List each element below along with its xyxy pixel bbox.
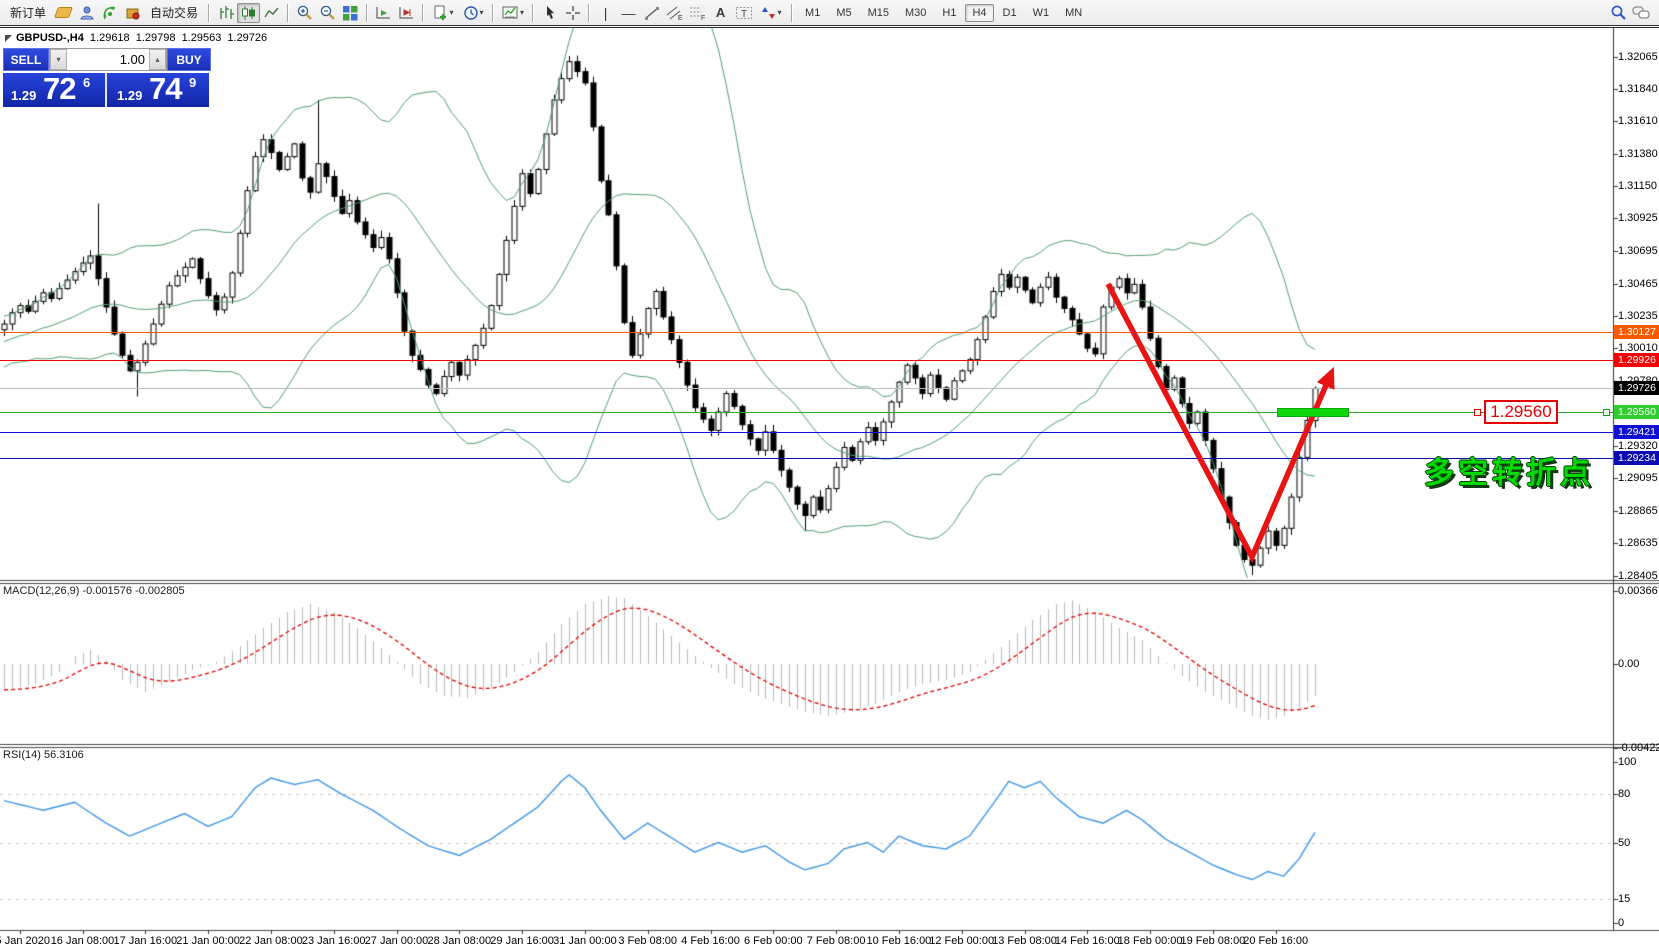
time-axis-label: 17 Jan 16:00 bbox=[113, 935, 177, 947]
macd-axis-tick: 0.00 bbox=[1618, 658, 1639, 670]
price-axis-tick: 1.29095 bbox=[1618, 472, 1658, 484]
trend-arrow[interactable] bbox=[1080, 260, 1380, 580]
macd-label: MACD(12,26,9) -0.001576 -0.002805 bbox=[3, 585, 185, 597]
macd-signal-value: -0.002805 bbox=[135, 585, 185, 597]
line-anchor-handle[interactable] bbox=[1603, 409, 1610, 416]
sell-button[interactable]: SELL bbox=[3, 48, 49, 71]
price-axis-tick: 1.30695 bbox=[1618, 245, 1658, 257]
volume-stepper: ▾ 1.00 ▴ bbox=[49, 48, 167, 71]
time-axis-label: 19 Feb 08:00 bbox=[1180, 935, 1245, 947]
rsi-label: RSI(14) 56.3106 bbox=[3, 749, 84, 761]
volume-input[interactable]: 1.00 bbox=[67, 52, 149, 67]
volume-increase-button[interactable]: ▴ bbox=[149, 49, 166, 70]
time-axis-label: 14 Feb 16:00 bbox=[1055, 935, 1120, 947]
time-axis-label: 4 Feb 16:00 bbox=[681, 935, 740, 947]
price-axis-tick: 1.30465 bbox=[1618, 278, 1658, 290]
time-axis-label: 7 Feb 08:00 bbox=[807, 935, 866, 947]
rsi-axis-tick: 50 bbox=[1618, 837, 1630, 849]
chart-canvas[interactable] bbox=[0, 0, 1659, 950]
time-axis-label: 13 Feb 08:00 bbox=[992, 935, 1057, 947]
buy-price-button[interactable]: 1.29 74 9 bbox=[107, 73, 209, 107]
rsi-axis-tick: 0 bbox=[1618, 917, 1624, 929]
symbol-period-label: GBPUSD-,H4 bbox=[16, 32, 84, 44]
time-axis-label: 21 Jan 00:00 bbox=[176, 935, 240, 947]
sell-price-sup: 6 bbox=[83, 75, 90, 90]
price-tag[interactable]: 1.29421 bbox=[1614, 425, 1659, 439]
time-axis-label: 18 Feb 00:00 bbox=[1118, 935, 1183, 947]
macd-name: MACD(12,26,9) bbox=[3, 585, 79, 597]
rsi-axis-tick: 80 bbox=[1618, 788, 1630, 800]
ohlc-low: 1.29563 bbox=[182, 32, 222, 44]
time-axis-label: 29 Jan 16:00 bbox=[490, 935, 554, 947]
price-axis-tick: 1.31380 bbox=[1618, 148, 1658, 160]
rsi-axis-tick: 15 bbox=[1618, 893, 1630, 905]
time-axis-label: 15 Jan 2020 bbox=[0, 935, 50, 947]
turning-point-annotation[interactable]: 多空转折点 bbox=[1424, 448, 1594, 492]
sell-price-button[interactable]: 1.29 72 6 bbox=[3, 73, 107, 107]
time-axis-label: 20 Feb 16:00 bbox=[1243, 935, 1308, 947]
price-axis-tick: 1.28635 bbox=[1618, 537, 1658, 549]
collapse-arrow-icon[interactable] bbox=[5, 35, 12, 42]
buy-price-sup: 9 bbox=[189, 75, 196, 90]
macd-axis-tick: 0.003667 bbox=[1618, 585, 1659, 597]
sell-price-small: 1.29 bbox=[11, 88, 36, 103]
macd-main-value: -0.001576 bbox=[82, 585, 132, 597]
time-axis-label: 23 Jan 16:00 bbox=[302, 935, 366, 947]
price-tag[interactable]: 1.29926 bbox=[1614, 353, 1659, 367]
rsi-name: RSI(14) bbox=[3, 749, 41, 761]
mt4-window: 新订单 自动交易 bbox=[0, 0, 1659, 950]
ohlc-high: 1.29798 bbox=[136, 32, 176, 44]
time-axis-label: 22 Jan 08:00 bbox=[239, 935, 303, 947]
time-axis-label: 6 Feb 00:00 bbox=[744, 935, 803, 947]
volume-decrease-button[interactable]: ▾ bbox=[50, 49, 67, 70]
macd-axis-tick: -0.00422 bbox=[1618, 742, 1659, 754]
price-axis-tick: 1.31840 bbox=[1618, 83, 1658, 95]
time-axis-label: 31 Jan 00:00 bbox=[553, 935, 617, 947]
price-axis-tick: 1.31610 bbox=[1618, 115, 1658, 127]
price-axis-tick: 1.28865 bbox=[1618, 505, 1658, 517]
ohlc-close: 1.29726 bbox=[227, 32, 267, 44]
ohlc-open: 1.29618 bbox=[90, 32, 130, 44]
price-axis-tick: 1.31150 bbox=[1618, 180, 1657, 192]
time-axis-label: 27 Jan 00:00 bbox=[365, 935, 429, 947]
price-axis-tick: 1.29320 bbox=[1618, 440, 1658, 452]
chart-title: GBPUSD-,H4 1.29618 1.29798 1.29563 1.297… bbox=[16, 32, 270, 44]
price-axis-tick: 1.30925 bbox=[1618, 212, 1658, 224]
price-tag[interactable]: 1.29560 bbox=[1614, 405, 1659, 419]
price-axis-tick: 1.30235 bbox=[1618, 310, 1658, 322]
time-axis-label: 3 Feb 08:00 bbox=[618, 935, 677, 947]
sell-price-big: 72 bbox=[43, 71, 75, 107]
time-axis-label: 10 Feb 16:00 bbox=[866, 935, 931, 947]
price-tag[interactable]: 1.30127 bbox=[1614, 325, 1659, 339]
price-axis-tick: 1.28405 bbox=[1618, 570, 1658, 582]
time-axis-label: 16 Jan 08:00 bbox=[51, 935, 115, 947]
price-axis-tick: 1.32065 bbox=[1618, 51, 1658, 63]
v-reversal-arrow[interactable] bbox=[1108, 284, 1330, 557]
price-tag[interactable]: 1.29234 bbox=[1614, 451, 1659, 465]
buy-button[interactable]: BUY bbox=[167, 48, 211, 71]
price-tag[interactable]: 1.29726 bbox=[1614, 381, 1659, 395]
time-axis-label: 28 Jan 08:00 bbox=[427, 935, 491, 947]
one-click-trade-panel: SELL ▾ 1.00 ▴ BUY 1.29 72 6 1.29 74 9 bbox=[3, 48, 211, 107]
rsi-value: 56.3106 bbox=[44, 749, 84, 761]
buy-price-small: 1.29 bbox=[117, 88, 142, 103]
support-zone-bar[interactable] bbox=[1277, 408, 1349, 417]
label-anchor-handle[interactable] bbox=[1474, 409, 1481, 416]
time-axis-label: 12 Feb 00:00 bbox=[929, 935, 994, 947]
buy-price-big: 74 bbox=[149, 71, 181, 107]
rsi-axis-tick: 100 bbox=[1618, 756, 1636, 768]
support-price-label[interactable]: 1.29560 bbox=[1484, 400, 1558, 424]
